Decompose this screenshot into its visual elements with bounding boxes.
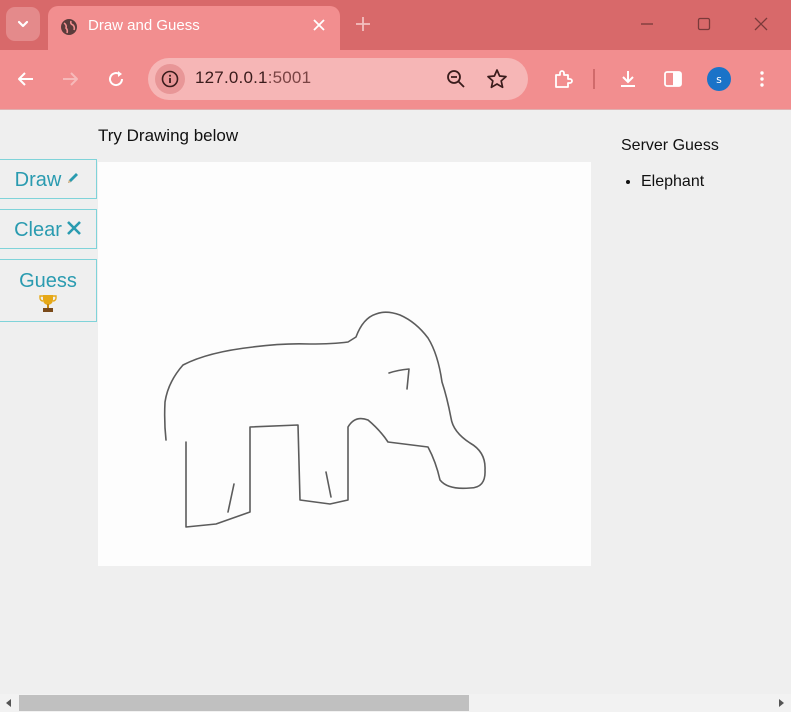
drawing-canvas[interactable] (98, 162, 591, 566)
bookmark-star-icon[interactable] (486, 68, 508, 90)
globe-icon (61, 19, 77, 35)
scroll-left-icon[interactable] (4, 698, 14, 708)
back-arrow-icon[interactable] (16, 69, 36, 89)
browser-tab[interactable]: Draw and Guess (48, 6, 340, 50)
list-item: Elephant (641, 173, 704, 191)
trophy-icon (39, 295, 57, 312)
tab-title: Draw and Guess (88, 17, 200, 34)
scrollbar-thumb[interactable] (19, 695, 469, 711)
minimize-icon[interactable] (639, 16, 655, 32)
maximize-icon[interactable] (696, 16, 712, 32)
forward-arrow-icon[interactable] (60, 69, 80, 89)
server-guess-title: Server Guess (621, 137, 719, 154)
guess-button[interactable]: Guess (0, 259, 97, 322)
info-icon (161, 70, 179, 88)
close-x-icon (66, 221, 81, 236)
toolbar-separator (593, 69, 595, 89)
window-close-icon[interactable] (753, 16, 769, 32)
browser-titlebar: Draw and Guess (0, 0, 791, 50)
download-icon[interactable] (618, 69, 638, 89)
new-tab-plus-icon[interactable] (355, 16, 371, 32)
close-tab-icon[interactable] (312, 18, 326, 32)
url-host: 127.0.0.1 (195, 68, 268, 87)
profile-avatar[interactable]: s (707, 67, 731, 91)
extensions-icon[interactable] (552, 69, 574, 91)
tab-search-button[interactable] (6, 7, 40, 41)
more-menu-icon[interactable] (752, 69, 772, 89)
draw-button[interactable]: Draw (0, 159, 97, 199)
scroll-right-icon[interactable] (776, 698, 786, 708)
clear-button-label: Clear (14, 219, 62, 241)
page-heading: Try Drawing below (98, 126, 239, 145)
url-port: :5001 (267, 68, 312, 87)
horizontal-scrollbar[interactable] (0, 694, 791, 712)
side-panel-icon[interactable] (663, 69, 683, 89)
zoom-out-icon[interactable] (446, 69, 466, 89)
draw-button-label: Draw (14, 169, 62, 191)
url-text: 127.0.0.1:5001 (195, 68, 311, 88)
clear-button[interactable]: Clear (0, 209, 97, 249)
drawing-stroke (163, 311, 486, 528)
server-guess-list: Elephant (621, 173, 704, 191)
browser-toolbar: 127.0.0.1:5001 s (0, 50, 791, 110)
pencil-icon (68, 173, 79, 184)
reload-icon[interactable] (106, 69, 126, 89)
chevron-down-icon (17, 20, 29, 28)
address-bar[interactable]: 127.0.0.1:5001 (148, 58, 528, 100)
guess-button-label: Guess (19, 270, 77, 292)
site-info-button[interactable] (155, 64, 185, 94)
